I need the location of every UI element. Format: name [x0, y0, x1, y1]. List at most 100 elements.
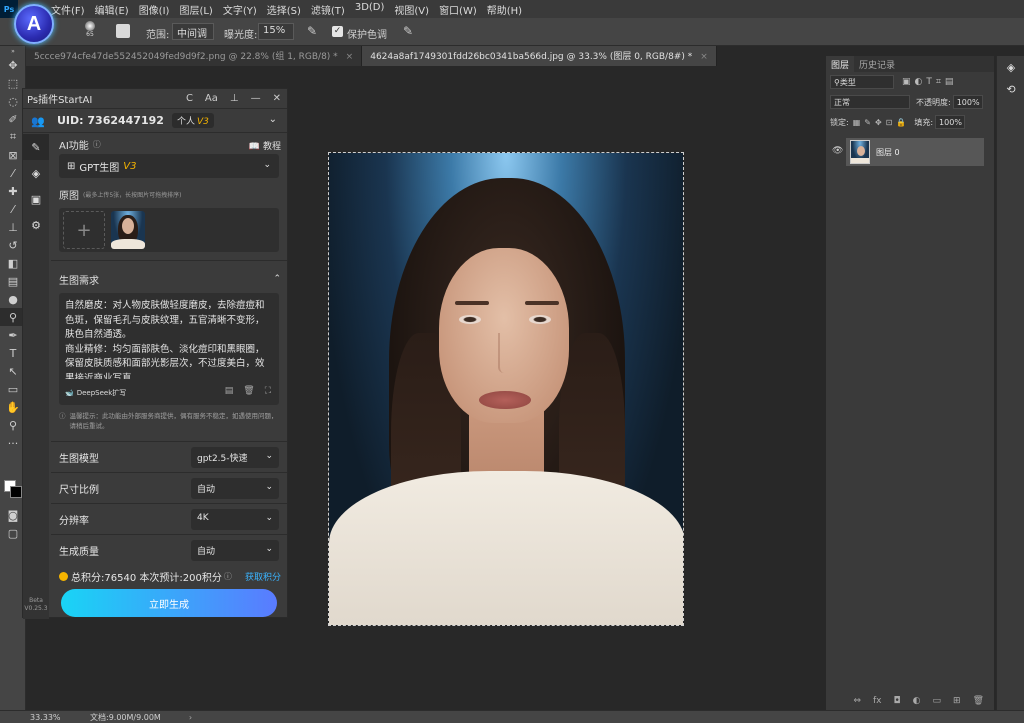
zoom-level[interactable]: 33.33%: [0, 713, 61, 722]
points-text: 总积分:76540 本次预计:200积分: [71, 572, 222, 584]
info-icon[interactable]: ⓘ: [93, 139, 101, 150]
opacity-input[interactable]: 100%: [952, 95, 983, 109]
book-icon: 📖: [248, 142, 261, 152]
expand-icon[interactable]: ⛶: [265, 386, 271, 396]
tutorial-link[interactable]: 📖 教程: [249, 139, 281, 152]
menu-type[interactable]: 文字(Y): [218, 2, 262, 17]
tab-document-2[interactable]: 4624a8af1749301fdd26bc0341ba566d.jpg @ 3…: [362, 46, 717, 66]
menu-select[interactable]: 选择(S): [262, 2, 306, 17]
chevron-down-icon[interactable]: ⌄: [269, 114, 277, 125]
tutorial-label: 教程: [262, 142, 281, 152]
close-icon[interactable]: ×: [700, 52, 708, 62]
menu-help[interactable]: 帮助(H): [482, 2, 527, 17]
history-icon[interactable]: ▤: [225, 386, 234, 396]
background-color-swatch[interactable]: [10, 486, 22, 498]
protect-tones-checkbox[interactable]: ✓: [332, 26, 343, 37]
history-dock-icon[interactable]: ⟲: [997, 78, 1024, 100]
ai-function-header: AI功能 ⓘ 📖 教程: [51, 134, 287, 154]
minimize-icon[interactable]: —: [251, 93, 261, 104]
aspect-ratio-select[interactable]: 自动 ⌄: [191, 478, 279, 499]
generate-button[interactable]: 立即生成: [61, 589, 277, 617]
menu-3d[interactable]: 3D(D): [350, 2, 390, 17]
resolution-select[interactable]: 4K ⌄: [191, 509, 279, 530]
document-canvas[interactable]: [328, 152, 684, 626]
trash-icon[interactable]: 🗑: [243, 386, 254, 396]
user-icon: 👥: [31, 114, 45, 128]
deepseek-expand-button[interactable]: 🐋 DeepSeek扩写: [65, 388, 126, 398]
model-select[interactable]: gpt2.5-快速 ⌄: [191, 447, 279, 468]
menu-image[interactable]: 图像(I): [134, 2, 175, 17]
ai-function-select[interactable]: ⊞ GPT生图 V3 ⌄: [59, 154, 279, 178]
param-aspect-ratio: 尺寸比例 自动 ⌄: [51, 472, 287, 503]
plan-label: 个人: [176, 117, 195, 127]
prompt-textarea[interactable]: 自然磨皮：对人物皮肤做轻度磨皮，去除痘痘和色斑，保留毛孔与皮肤纹理，五官清晰不变…: [59, 293, 279, 405]
param-label: 尺寸比例: [59, 484, 99, 496]
filter-icons[interactable]: ▣◐T⌗▤: [902, 77, 957, 87]
font-size-icon[interactable]: Aa: [205, 93, 218, 104]
settings-gear-icon[interactable]: ⚙: [23, 212, 49, 238]
new-layer-icon[interactable]: ⊞: [953, 696, 961, 706]
info-icon[interactable]: ⓘ: [224, 571, 232, 582]
layers-stack-icon[interactable]: ◈: [23, 160, 49, 186]
fill-input[interactable]: 100%: [935, 115, 966, 129]
prompt-text[interactable]: 自然磨皮：对人物皮肤做轻度磨皮，去除痘痘和色斑，保留毛孔与皮肤纹理，五官清晰不变…: [65, 299, 273, 379]
param-resolution: 分辨率 4K ⌄: [51, 503, 287, 534]
menu-view[interactable]: 视图(V): [389, 2, 434, 17]
toolbar-grip-icon: »: [11, 47, 15, 55]
close-icon[interactable]: ✕: [273, 93, 281, 104]
prompt-header[interactable]: 生图需求 ⌃: [51, 269, 287, 289]
mask-icon[interactable]: ◘: [894, 696, 901, 706]
param-quality: 生成质量 自动 ⌄: [51, 534, 287, 565]
menu-filter[interactable]: 滤镜(T): [306, 2, 350, 17]
ai-brush-icon[interactable]: ✎: [23, 134, 49, 160]
menu-edit[interactable]: 编辑(E): [90, 2, 134, 17]
brush-preset-picker[interactable]: 65: [80, 20, 100, 44]
thumb-shirt: [111, 239, 145, 249]
fx-icon[interactable]: fx: [873, 696, 882, 706]
trash-icon[interactable]: 🗑: [973, 696, 984, 706]
folder-icon[interactable]: ▭: [933, 696, 942, 706]
refresh-icon[interactable]: C: [186, 93, 193, 104]
link-layers-icon[interactable]: ⇔: [853, 696, 861, 706]
menu-bar: Ps 文件(F) 编辑(E) 图像(I) 图层(L) 文字(Y) 选择(S) 滤…: [0, 0, 1024, 18]
brush-settings-icon[interactable]: [116, 24, 130, 38]
pin-icon[interactable]: ⊥: [230, 93, 239, 104]
adjustment-icon[interactable]: ◐: [913, 696, 921, 706]
menu-list: 文件(F) 编辑(E) 图像(I) 图层(L) 文字(Y) 选择(S) 滤镜(T…: [46, 2, 527, 17]
quality-select[interactable]: 自动 ⌄: [191, 540, 279, 561]
tab-layers[interactable]: 图层: [826, 56, 855, 72]
airbrush-icon[interactable]: ✎: [304, 24, 320, 40]
tab-document-1[interactable]: 5ccce974cfe47de552452049fed9d9f2.png @ 2…: [26, 46, 363, 66]
opacity-label: 不透明度:: [916, 97, 951, 107]
blend-mode-select[interactable]: 正常: [830, 95, 910, 109]
save-icon[interactable]: ▣: [23, 186, 49, 212]
menu-file[interactable]: 文件(F): [46, 2, 90, 17]
range-select[interactable]: 中间调: [172, 23, 214, 40]
move-tool-icon[interactable]: ✥: [0, 56, 26, 74]
portrait-photo: [329, 153, 683, 625]
tab-label: 5ccce974cfe47de552452049fed9d9f2.png @ 2…: [34, 52, 338, 62]
chevron-right-icon[interactable]: ›: [189, 713, 192, 722]
right-brow: [525, 301, 559, 305]
add-image-button[interactable]: +: [63, 211, 105, 249]
lock-icons[interactable]: ▦✎✥⊡🔒: [853, 118, 911, 127]
layer-kind-filter[interactable]: ⚲ 类型: [830, 75, 894, 89]
chevron-up-icon[interactable]: ⌃: [273, 274, 281, 284]
coin-icon: [59, 571, 68, 581]
thumb-face: [857, 146, 865, 156]
exposure-input[interactable]: 15%: [258, 23, 294, 40]
account-row[interactable]: 👥 UID: 7362447192 个人 V3 ⌄: [23, 109, 287, 133]
eye-visibility-icon[interactable]: 👁: [832, 146, 843, 156]
pressure-icon[interactable]: ✎: [400, 24, 416, 40]
layer-row[interactable]: 👁 图层 0: [832, 138, 984, 166]
param-value: gpt2.5-快速: [197, 454, 248, 464]
get-points-link[interactable]: 获取积分: [245, 570, 281, 583]
right-eye: [529, 315, 551, 324]
tab-history[interactable]: 历史记录: [854, 56, 900, 72]
source-thumbnail[interactable]: [111, 211, 145, 249]
layers-dock-icon[interactable]: ◈: [997, 56, 1024, 78]
menu-layer[interactable]: 图层(L): [174, 2, 217, 17]
plugin-content: AI功能 ⓘ 📖 教程 ⊞ GPT生图 V3 ⌄ 原图 (最多上传5张，长按图片…: [51, 134, 287, 617]
menu-window[interactable]: 窗口(W): [434, 2, 482, 17]
close-icon[interactable]: ×: [346, 52, 354, 62]
